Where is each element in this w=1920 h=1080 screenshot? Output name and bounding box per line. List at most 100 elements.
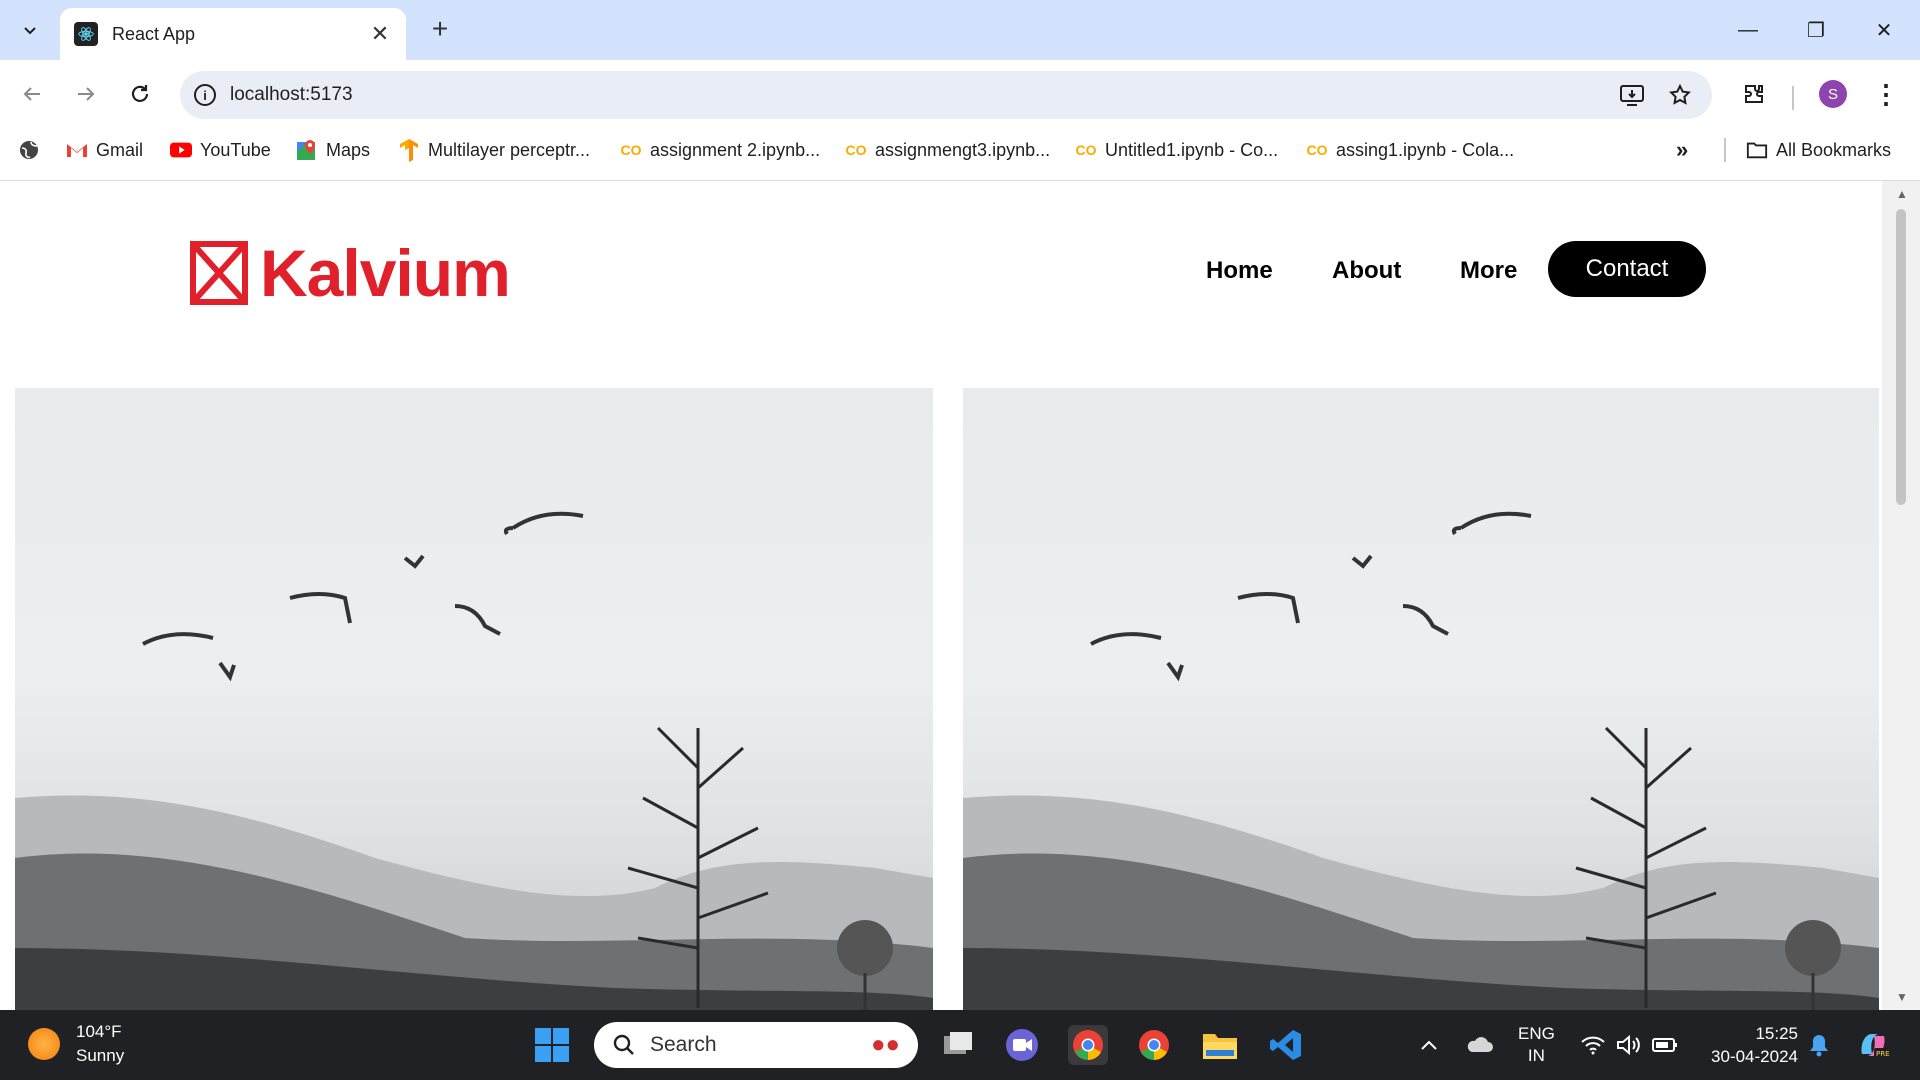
landscape-painting <box>963 511 1879 1010</box>
vscode-app[interactable] <box>1266 1025 1306 1065</box>
browser-toolbar: i localhost:5173 S ⋮ <box>0 60 1920 130</box>
bookmark-untitled1[interactable]: CO Untitled1.ipynb - Co... <box>1075 136 1279 164</box>
bookmark-label: Multilayer perceptr... <box>428 139 591 160</box>
maps-icon <box>296 139 318 161</box>
close-window-button[interactable]: ✕ <box>1854 10 1914 50</box>
clock[interactable]: 15:25 30-04-2024 <box>1702 1010 1798 1080</box>
reload-button[interactable] <box>122 76 158 112</box>
strawberry-icon: ●● <box>871 1031 900 1058</box>
language-code: ENG <box>1518 1024 1555 1043</box>
scroll-up-icon[interactable]: ▲ <box>1896 187 1908 201</box>
active-tab[interactable]: React App ✕ <box>60 8 406 60</box>
gallery-image-card[interactable] <box>15 388 933 1010</box>
svg-text:PRE: PRE <box>1876 1050 1890 1058</box>
clock-date: 30-04-2024 <box>1711 1047 1798 1066</box>
folder-icon <box>1203 1034 1237 1059</box>
gallery-image-card[interactable] <box>963 388 1879 1010</box>
start-button[interactable] <box>532 1025 572 1065</box>
clock-time: 15:25 <box>1755 1024 1798 1043</box>
new-tab-button[interactable]: + <box>424 14 456 46</box>
notification-bell-icon[interactable] <box>1808 1010 1830 1080</box>
bookmark-label: Maps <box>326 139 371 160</box>
arrow-left-icon <box>23 87 40 101</box>
show-hidden-icons[interactable] <box>1420 1010 1438 1080</box>
folder-icon <box>1746 139 1768 161</box>
globe-icon <box>20 141 38 159</box>
profile-button[interactable]: S <box>1815 76 1851 112</box>
url-text[interactable]: localhost:5173 <box>230 84 1602 106</box>
bookmark-multilayer-perceptron[interactable]: Multilayer perceptr... <box>398 136 590 164</box>
bookmark-label: assignment 2.ipynb... <box>650 139 821 160</box>
volume-icon[interactable] <box>1616 1010 1642 1080</box>
search-icon <box>613 1034 634 1055</box>
bookmark-label: Untitled1.ipynb - Co... <box>1105 139 1279 160</box>
chrome-app-active[interactable] <box>1068 1025 1108 1065</box>
more-bookmarks-icon[interactable]: » <box>1676 136 1688 164</box>
bookmark-assing1[interactable]: CO assing1.ipynb - Cola... <box>1306 136 1515 164</box>
bookmark-star-icon[interactable] <box>1662 77 1698 113</box>
bookmark-youtube[interactable]: YouTube <box>170 136 271 164</box>
apps-bookmark[interactable] <box>18 136 40 164</box>
task-view-button[interactable] <box>938 1025 978 1065</box>
nav-more[interactable]: More <box>1460 257 1517 285</box>
search-placeholder: Search <box>650 1033 717 1056</box>
chevron-down-icon <box>24 27 36 35</box>
minimize-button[interactable]: — <box>1718 10 1778 50</box>
brand-name: Kalvium <box>260 236 511 310</box>
avatar: S <box>1819 80 1847 108</box>
bookmarks-divider <box>1724 138 1726 162</box>
onedrive-icon[interactable] <box>1466 1010 1494 1080</box>
file-explorer-app[interactable] <box>1200 1025 1240 1065</box>
bookmark-assignment-3[interactable]: CO assignmengt3.ipynb... <box>845 136 1051 164</box>
install-app-icon[interactable] <box>1614 77 1650 113</box>
scrollbar-thumb[interactable] <box>1896 209 1906 505</box>
more-menu-icon[interactable]: ⋮ <box>1868 76 1904 112</box>
close-tab-icon[interactable]: ✕ <box>368 21 392 47</box>
react-icon <box>74 22 98 46</box>
back-button[interactable] <box>14 76 50 112</box>
restore-button[interactable]: ❐ <box>1786 10 1846 50</box>
wifi-icon[interactable] <box>1580 1010 1606 1080</box>
scroll-down-icon[interactable]: ▼ <box>1896 990 1908 1004</box>
windows-taskbar: 104°F Sunny Search ●● ENG IN 15:25 30-04… <box>0 1010 1920 1080</box>
site-info-icon[interactable]: i <box>194 84 216 106</box>
toolbar-divider <box>1792 86 1794 110</box>
taskbar-search[interactable]: Search ●● <box>594 1022 918 1068</box>
address-bar[interactable]: i localhost:5173 <box>180 71 1712 119</box>
all-bookmarks-label: All Bookmarks <box>1776 139 1892 160</box>
colab-icon: CO <box>620 142 642 158</box>
language-region: IN <box>1527 1046 1545 1065</box>
vscode-icon <box>1270 1030 1301 1060</box>
landscape-painting <box>15 511 933 1010</box>
bookmark-assignment-2[interactable]: CO assignment 2.ipynb... <box>620 136 821 164</box>
reload-icon <box>131 85 149 102</box>
gmail-icon <box>66 139 88 161</box>
colab-icon: CO <box>1075 142 1097 158</box>
bookmark-gmail[interactable]: Gmail <box>66 136 143 164</box>
battery-icon[interactable] <box>1652 1010 1678 1080</box>
weather-widget[interactable]: 104°F Sunny <box>28 1020 124 1068</box>
camera-icon <box>1006 1029 1038 1061</box>
contact-button[interactable]: Contact <box>1548 241 1706 297</box>
language-indicator[interactable]: ENG IN <box>1518 1010 1555 1080</box>
forward-button[interactable] <box>68 76 104 112</box>
tab-search-button[interactable] <box>10 12 50 48</box>
kalvium-logo[interactable]: Kalvium <box>190 235 511 311</box>
tab-strip: React App ✕ + — ❐ ✕ <box>0 0 1920 60</box>
colab-icon: CO <box>845 142 867 158</box>
page-scrollbar[interactable]: ▲ ▼ <box>1882 181 1920 1010</box>
chrome-app-profile[interactable] <box>1134 1025 1174 1065</box>
bookmark-label: assing1.ipynb - Cola... <box>1336 139 1515 160</box>
all-bookmarks-button[interactable]: All Bookmarks <box>1746 136 1891 164</box>
bookmarks-bar: Gmail YouTube Maps Multilayer perceptr..… <box>0 130 1920 170</box>
bookmark-maps[interactable]: Maps <box>296 136 370 164</box>
nav-about[interactable]: About <box>1332 257 1401 285</box>
meet-app[interactable] <box>1002 1025 1042 1065</box>
bookmark-label: YouTube <box>200 139 271 160</box>
copilot-icon[interactable]: PRE <box>1856 1010 1890 1080</box>
bookmark-label: assignmengt3.ipynb... <box>875 139 1051 160</box>
extensions-icon[interactable] <box>1736 76 1772 112</box>
chrome-icon <box>1073 1030 1103 1060</box>
chevron-up-icon <box>1421 1040 1437 1050</box>
nav-home[interactable]: Home <box>1206 257 1273 285</box>
